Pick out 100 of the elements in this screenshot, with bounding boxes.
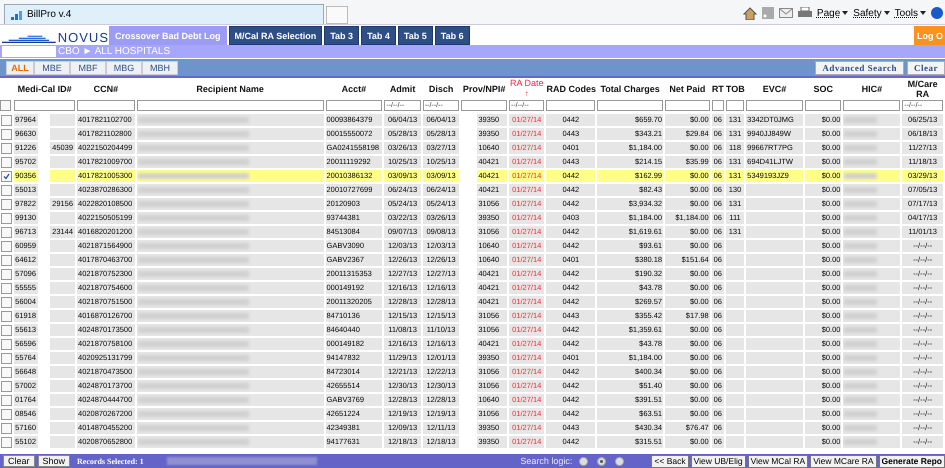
redacted-text: [844, 201, 878, 208]
home-icon[interactable]: [742, 6, 757, 20]
row-checkbox[interactable]: [1, 324, 12, 336]
redacted-text: [844, 299, 878, 306]
row-checkbox[interactable]: [1, 156, 12, 168]
filter-field[interactable]: [804, 100, 842, 110]
redacted-text: [844, 117, 878, 124]
subtab[interactable]: MBG: [106, 60, 142, 74]
filter-field[interactable]: [843, 100, 900, 110]
tab[interactable]: Tab 4: [361, 26, 396, 45]
row-checkbox[interactable]: [1, 268, 12, 280]
menu-item[interactable]: Safety: [853, 8, 882, 18]
column-header[interactable]: Net Paid: [665, 84, 710, 94]
filter-field[interactable]: [14, 100, 76, 110]
redacted-text: [844, 439, 878, 446]
row-checkbox[interactable]: [1, 282, 12, 294]
bar-chart-icon: [11, 10, 23, 20]
column-header[interactable]: Medi-Cal ID#: [14, 84, 76, 94]
subtab[interactable]: MBF: [70, 60, 106, 74]
column-header[interactable]: EVC#: [746, 84, 803, 94]
row-checkbox[interactable]: [1, 226, 12, 238]
logo: NOVUS: [0, 26, 109, 45]
radio-button[interactable]: [597, 456, 606, 466]
row-checkbox[interactable]: [1, 142, 12, 154]
row-checkbox[interactable]: [1, 212, 12, 224]
row-checkbox[interactable]: [1, 310, 12, 322]
row-checkbox[interactable]: [1, 408, 12, 420]
column-header[interactable]: CCN#: [77, 84, 135, 94]
action-button[interactable]: Advanced Search: [815, 60, 904, 74]
redacted-text: [844, 271, 878, 278]
row-checkbox[interactable]: [1, 198, 12, 210]
column-header[interactable]: SOC: [804, 84, 842, 94]
redacted-text: [844, 145, 878, 152]
new-tab-button[interactable]: [326, 6, 348, 24]
row-checkbox[interactable]: [1, 436, 12, 448]
row-checkbox[interactable]: [1, 422, 12, 434]
tab[interactable]: Tab 5: [398, 26, 433, 45]
action-button[interactable]: View MCal RA: [748, 454, 808, 468]
filter-field[interactable]: [726, 100, 744, 110]
tab[interactable]: M/Cal RA Selection: [228, 26, 322, 45]
menu-item[interactable]: Page: [816, 8, 840, 18]
row-checkbox[interactable]: [1, 380, 12, 392]
column-header[interactable]: Recipient Name: [136, 84, 324, 94]
row-checkbox[interactable]: [1, 352, 12, 364]
action-button[interactable]: View MCare RA: [810, 454, 877, 468]
browser-tab[interactable]: BillPro v.4: [4, 4, 324, 24]
help-icon[interactable]: [931, 7, 943, 19]
filter-field[interactable]: [546, 100, 596, 110]
column-header[interactable]: Prov/NPI#: [461, 84, 507, 94]
column-header[interactable]: Admit: [384, 84, 421, 94]
column-header[interactable]: Total Charges: [597, 84, 664, 94]
mail-icon[interactable]: [778, 8, 793, 18]
column-header[interactable]: Acct#: [326, 84, 382, 94]
row-checkbox[interactable]: [1, 338, 12, 350]
column-header[interactable]: RAD Codes: [546, 84, 596, 94]
row-checkbox[interactable]: [1, 170, 12, 182]
filter-field[interactable]: [326, 100, 382, 110]
row-checkbox[interactable]: [1, 254, 12, 266]
redacted-text: [844, 243, 878, 250]
redacted-text: [844, 425, 878, 432]
action-button[interactable]: << Back: [651, 454, 689, 468]
redacted-text: [844, 215, 878, 222]
filter-field[interactable]: [746, 100, 803, 110]
subtab[interactable]: MBE: [34, 60, 70, 74]
filter-field[interactable]: [136, 100, 324, 110]
row-checkbox[interactable]: [1, 128, 12, 140]
row-checkbox[interactable]: [1, 366, 12, 378]
filter-field[interactable]: [665, 100, 710, 110]
caret-icon: [884, 11, 890, 15]
filter-field[interactable]: [597, 100, 664, 110]
records-selected: Records Selected: 1: [77, 456, 144, 466]
row-checkbox[interactable]: [1, 296, 12, 308]
filter-field[interactable]: [461, 100, 507, 110]
column-header[interactable]: TOB: [726, 84, 744, 94]
row-checkbox[interactable]: [1, 184, 12, 196]
filter-field[interactable]: [712, 100, 724, 110]
column-header[interactable]: RT: [712, 84, 724, 94]
tab[interactable]: Tab 6: [434, 26, 470, 45]
footer-button[interactable]: Clear: [3, 455, 35, 467]
row-checkbox[interactable]: [1, 240, 12, 252]
column-header[interactable]: RA Date: [510, 78, 544, 88]
filter-field[interactable]: [77, 100, 135, 110]
row-checkbox[interactable]: [1, 394, 12, 406]
subtab[interactable]: MBH: [142, 60, 178, 74]
menu-item[interactable]: Tools: [894, 8, 918, 18]
radio-button[interactable]: [615, 456, 624, 466]
tab[interactable]: Tab 3: [324, 26, 360, 45]
column-header[interactable]: HIC#: [843, 84, 900, 94]
row-checkbox[interactable]: [1, 114, 12, 126]
footer-button[interactable]: Show: [38, 455, 70, 467]
radio-button[interactable]: [579, 456, 588, 466]
action-button[interactable]: View UB/Elig: [690, 454, 746, 468]
redacted-block: [2, 46, 56, 57]
column-header[interactable]: M/Care RA: [902, 78, 943, 98]
feed-icon[interactable]: [762, 7, 774, 19]
printer-icon[interactable]: [798, 7, 812, 19]
action-button[interactable]: Clear: [907, 60, 945, 74]
select-all-checkbox[interactable]: [0, 100, 11, 110]
column-header[interactable]: Disch: [422, 84, 460, 94]
action-button[interactable]: Generate Repo: [878, 454, 945, 468]
